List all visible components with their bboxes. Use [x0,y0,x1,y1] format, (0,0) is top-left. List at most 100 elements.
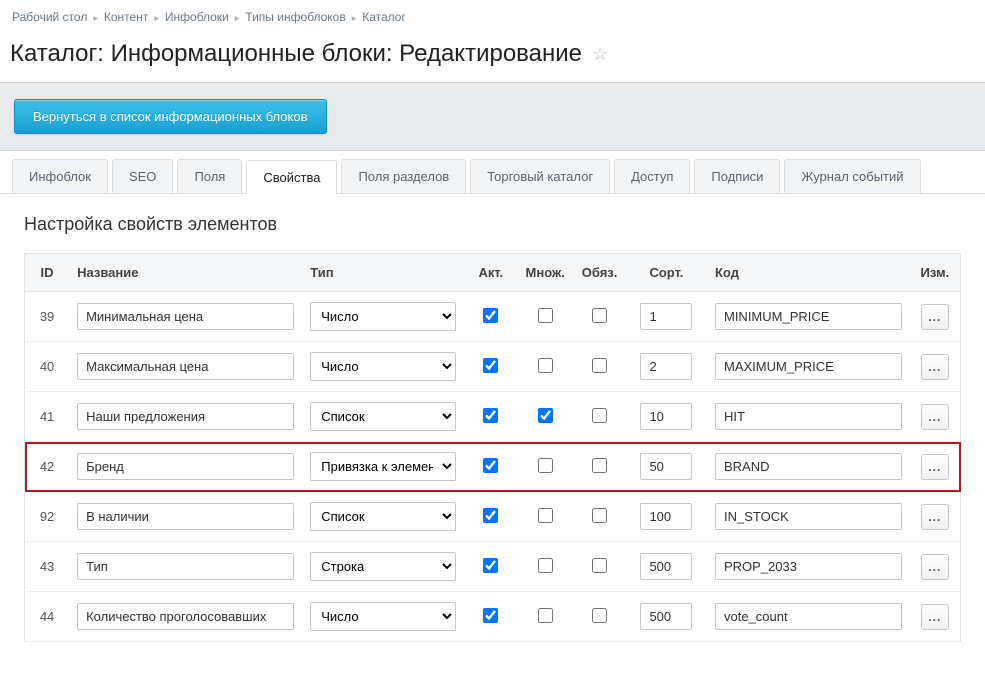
type-select[interactable]: ЧислоСписокСтрокаПривязка к элементам [310,502,456,531]
table-row: 41ЧислоСписокСтрокаПривязка к элементам.… [25,392,961,442]
chevron-right-icon: ▸ [148,13,165,23]
tab-seo[interactable]: SEO [112,159,173,193]
cell-id: 40 [25,342,70,392]
tab-поля-разделов[interactable]: Поля разделов [341,159,466,193]
active-checkbox[interactable] [483,308,498,323]
multi-checkbox[interactable] [538,508,553,523]
tab-журнал-событий[interactable]: Журнал событий [784,159,920,193]
table-row: 39 ЧислоСписокСтрокаПривязка к элементам.… [25,292,961,342]
table-header-row: ID Название Тип Акт. Множ. Обяз. Сорт. К… [25,254,961,292]
multi-checkbox[interactable] [538,358,553,373]
edit-button[interactable]: ... [921,454,949,480]
edit-button[interactable]: ... [921,504,949,530]
required-checkbox[interactable] [592,508,607,523]
multi-checkbox[interactable] [538,608,553,623]
name-input[interactable] [77,503,294,530]
type-select[interactable]: ЧислоСписокСтрокаПривязка к элементам [310,552,456,581]
required-checkbox[interactable] [592,458,607,473]
type-select[interactable]: ЧислоСписокСтрокаПривязка к элементам [310,452,456,481]
cell-id: 39 [25,292,70,342]
col-code: Код [707,254,910,292]
active-checkbox[interactable] [483,458,498,473]
sort-input[interactable] [640,603,692,630]
sort-input[interactable] [640,453,692,480]
multi-checkbox[interactable] [538,458,553,473]
code-input[interactable] [715,303,902,330]
active-checkbox[interactable] [483,358,498,373]
sort-input[interactable] [640,303,692,330]
tab-поля[interactable]: Поля [177,159,242,193]
type-select[interactable]: ЧислоСписокСтрокаПривязка к элементам [310,352,456,381]
cell-id: 92 [25,492,70,542]
active-checkbox[interactable] [483,608,498,623]
toolbar: Вернуться в список информационных блоков [0,82,985,151]
col-name: Название [69,254,302,292]
cell-id: 42 [25,442,70,492]
type-select[interactable]: ЧислоСписокСтрокаПривязка к элементам [310,602,456,631]
section-title: Настройка свойств элементов [24,214,961,235]
multi-checkbox[interactable] [538,308,553,323]
multi-checkbox[interactable] [538,558,553,573]
chevron-right-icon: ▸ [87,13,104,23]
name-input[interactable] [77,303,294,330]
table-row: 44 ЧислоСписокСтрокаПривязка к элементам.… [25,592,961,642]
active-checkbox[interactable] [483,508,498,523]
code-input[interactable] [715,353,902,380]
required-checkbox[interactable] [592,408,607,423]
name-input[interactable] [77,453,294,480]
breadcrumb-item[interactable]: Каталог [362,10,406,24]
required-checkbox[interactable] [592,558,607,573]
col-sort: Сорт. [626,254,707,292]
page-title: Каталог: Информационные блоки: Редактиро… [10,40,582,68]
name-input[interactable] [77,603,294,630]
content: Настройка свойств элементов ID Название … [0,194,985,662]
required-checkbox[interactable] [592,308,607,323]
edit-button[interactable]: ... [921,304,949,330]
sort-input[interactable] [640,553,692,580]
tab-подписи[interactable]: Подписи [694,159,780,193]
breadcrumb: Рабочий стол▸Контент▸Инфоблоки▸Типы инфо… [0,0,985,34]
multi-checkbox[interactable] [538,408,553,423]
code-input[interactable] [715,603,902,630]
code-input[interactable] [715,553,902,580]
tab-доступ[interactable]: Доступ [614,159,690,193]
chevron-right-icon: ▸ [229,13,246,23]
tab-торговый-каталог[interactable]: Торговый каталог [470,159,610,193]
code-input[interactable] [715,503,902,530]
type-select[interactable]: ЧислоСписокСтрокаПривязка к элементам [310,402,456,431]
col-type: Тип [302,254,464,292]
table-row: 42 ЧислоСписокСтрокаПривязка к элементам.… [25,442,961,492]
edit-button[interactable]: ... [921,554,949,580]
edit-button[interactable]: ... [921,354,949,380]
properties-table: ID Название Тип Акт. Множ. Обяз. Сорт. К… [24,253,961,642]
sort-input[interactable] [640,353,692,380]
code-input[interactable] [715,403,902,430]
breadcrumb-item[interactable]: Контент [104,10,148,24]
type-select[interactable]: ЧислоСписокСтрокаПривязка к элементам [310,302,456,331]
breadcrumb-item[interactable]: Инфоблоки [165,10,229,24]
col-active: Акт. [464,254,517,292]
required-checkbox[interactable] [592,608,607,623]
edit-button[interactable]: ... [921,404,949,430]
active-checkbox[interactable] [483,408,498,423]
active-checkbox[interactable] [483,558,498,573]
sort-input[interactable] [640,403,692,430]
cell-id: 44 [25,592,70,642]
col-id: ID [25,254,70,292]
name-input[interactable] [77,403,294,430]
sort-input[interactable] [640,503,692,530]
tabs: ИнфоблокSEOПоляСвойстваПоля разделовТорг… [0,151,985,194]
favorite-star-icon[interactable]: ☆ [592,44,608,65]
back-button[interactable]: Вернуться в список информационных блоков [14,99,327,134]
tab-свойства[interactable]: Свойства [246,160,337,194]
col-multi: Множ. [517,254,573,292]
edit-button[interactable]: ... [921,604,949,630]
breadcrumb-item[interactable]: Рабочий стол [12,10,87,24]
required-checkbox[interactable] [592,358,607,373]
name-input[interactable] [77,353,294,380]
breadcrumb-item[interactable]: Типы инфоблоков [245,10,345,24]
code-input[interactable] [715,453,902,480]
name-input[interactable] [77,553,294,580]
tab-инфоблок[interactable]: Инфоблок [12,159,108,193]
col-edit: Изм. [910,254,961,292]
